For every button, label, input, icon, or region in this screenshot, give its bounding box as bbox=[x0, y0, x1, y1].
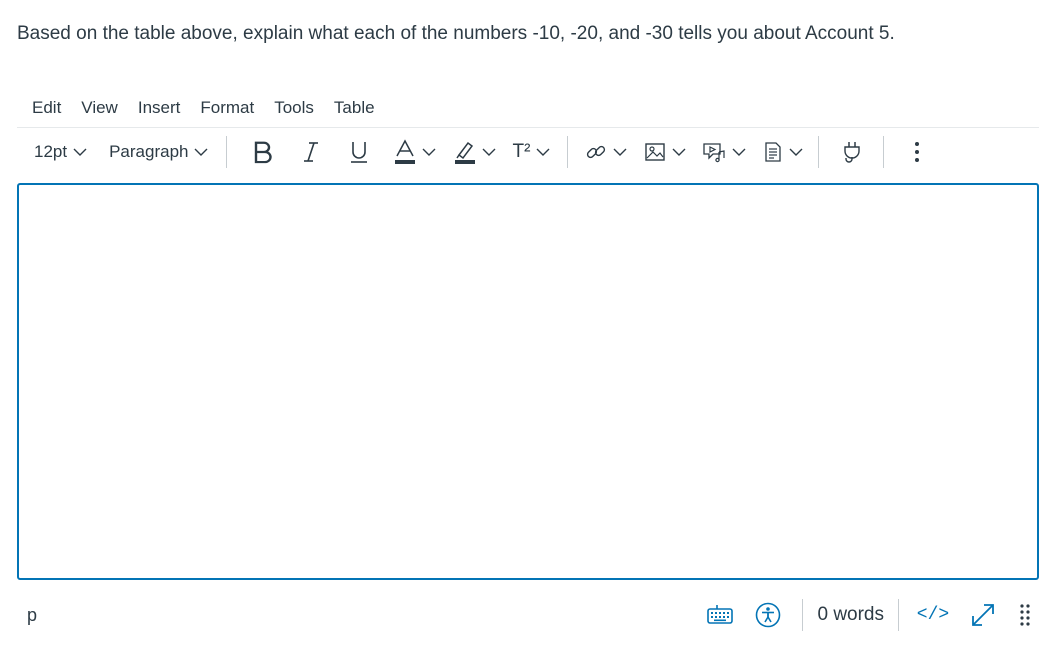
more-vertical-icon bbox=[915, 142, 920, 162]
toolbar-separator bbox=[883, 136, 885, 168]
underline-button[interactable] bbox=[339, 134, 379, 170]
superscript-icon: T² bbox=[512, 141, 531, 162]
toolbar-separator bbox=[226, 136, 228, 168]
editor-menubar: Edit View Insert Format Tools Table bbox=[17, 88, 1039, 128]
more-options-button[interactable] bbox=[902, 134, 932, 170]
chevron-down-icon bbox=[536, 148, 550, 156]
statusbar-actions: 0 words </> bbox=[702, 592, 1039, 638]
fullscreen-button[interactable] bbox=[965, 601, 1001, 629]
text-color-icon bbox=[395, 139, 416, 164]
editor-toolbar: 12pt Paragraph T² bbox=[17, 130, 1039, 174]
accessibility-icon bbox=[756, 602, 781, 628]
plug-icon bbox=[844, 142, 861, 163]
rich-text-editor-area[interactable] bbox=[17, 183, 1039, 580]
chevron-down-icon bbox=[789, 148, 803, 156]
editor-statusbar: p 0 words </> bbox=[17, 592, 1039, 638]
underline-icon bbox=[351, 142, 368, 163]
expand-icon bbox=[972, 604, 994, 626]
italic-button[interactable] bbox=[291, 134, 331, 170]
accessibility-checker-button[interactable] bbox=[750, 602, 786, 628]
statusbar-separator bbox=[898, 599, 899, 631]
menu-view[interactable]: View bbox=[71, 93, 128, 123]
chevron-down-icon bbox=[73, 148, 87, 156]
apps-plugin-button[interactable] bbox=[831, 134, 873, 170]
chevron-down-icon bbox=[482, 148, 496, 156]
document-icon bbox=[765, 142, 782, 162]
chevron-down-icon bbox=[422, 148, 436, 156]
element-path[interactable]: p bbox=[27, 605, 37, 626]
word-count[interactable]: 0 words bbox=[817, 604, 884, 626]
menu-insert[interactable]: Insert bbox=[128, 93, 191, 123]
keyboard-icon bbox=[707, 605, 734, 624]
menu-tools[interactable]: Tools bbox=[264, 93, 324, 123]
text-color-button[interactable] bbox=[389, 134, 441, 170]
chevron-down-icon bbox=[194, 148, 208, 156]
highlighter-icon bbox=[455, 141, 476, 164]
menu-format[interactable]: Format bbox=[190, 93, 264, 123]
link-icon bbox=[587, 145, 606, 159]
highlight-color-button[interactable] bbox=[449, 134, 501, 170]
keyboard-shortcuts-button[interactable] bbox=[702, 603, 738, 627]
font-size-value: 12pt bbox=[34, 142, 68, 161]
resize-handle[interactable] bbox=[1011, 603, 1039, 627]
font-size-dropdown[interactable]: 12pt bbox=[34, 134, 87, 170]
code-icon: </> bbox=[916, 605, 950, 625]
italic-icon bbox=[304, 142, 319, 162]
bold-icon bbox=[255, 141, 273, 164]
html-editor-toggle[interactable]: </> bbox=[913, 605, 953, 625]
drag-handle-icon bbox=[1020, 604, 1030, 626]
link-button[interactable] bbox=[582, 134, 630, 170]
chevron-down-icon bbox=[613, 148, 627, 156]
image-icon bbox=[645, 143, 666, 161]
superscript-button[interactable]: T² bbox=[505, 134, 557, 170]
toolbar-separator bbox=[567, 136, 569, 168]
chevron-down-icon bbox=[732, 148, 746, 156]
document-button[interactable] bbox=[758, 134, 808, 170]
bold-button[interactable] bbox=[243, 134, 283, 170]
block-format-value: Paragraph bbox=[109, 142, 189, 161]
menu-table[interactable]: Table bbox=[324, 93, 385, 123]
media-button[interactable] bbox=[698, 134, 750, 170]
media-icon bbox=[703, 143, 726, 163]
question-prompt: Based on the table above, explain what e… bbox=[17, 23, 895, 44]
image-button[interactable] bbox=[640, 134, 690, 170]
menu-edit[interactable]: Edit bbox=[17, 93, 71, 123]
block-format-dropdown[interactable]: Paragraph bbox=[109, 134, 208, 170]
toolbar-separator bbox=[818, 136, 820, 168]
statusbar-separator bbox=[802, 599, 804, 631]
chevron-down-icon bbox=[672, 148, 686, 156]
